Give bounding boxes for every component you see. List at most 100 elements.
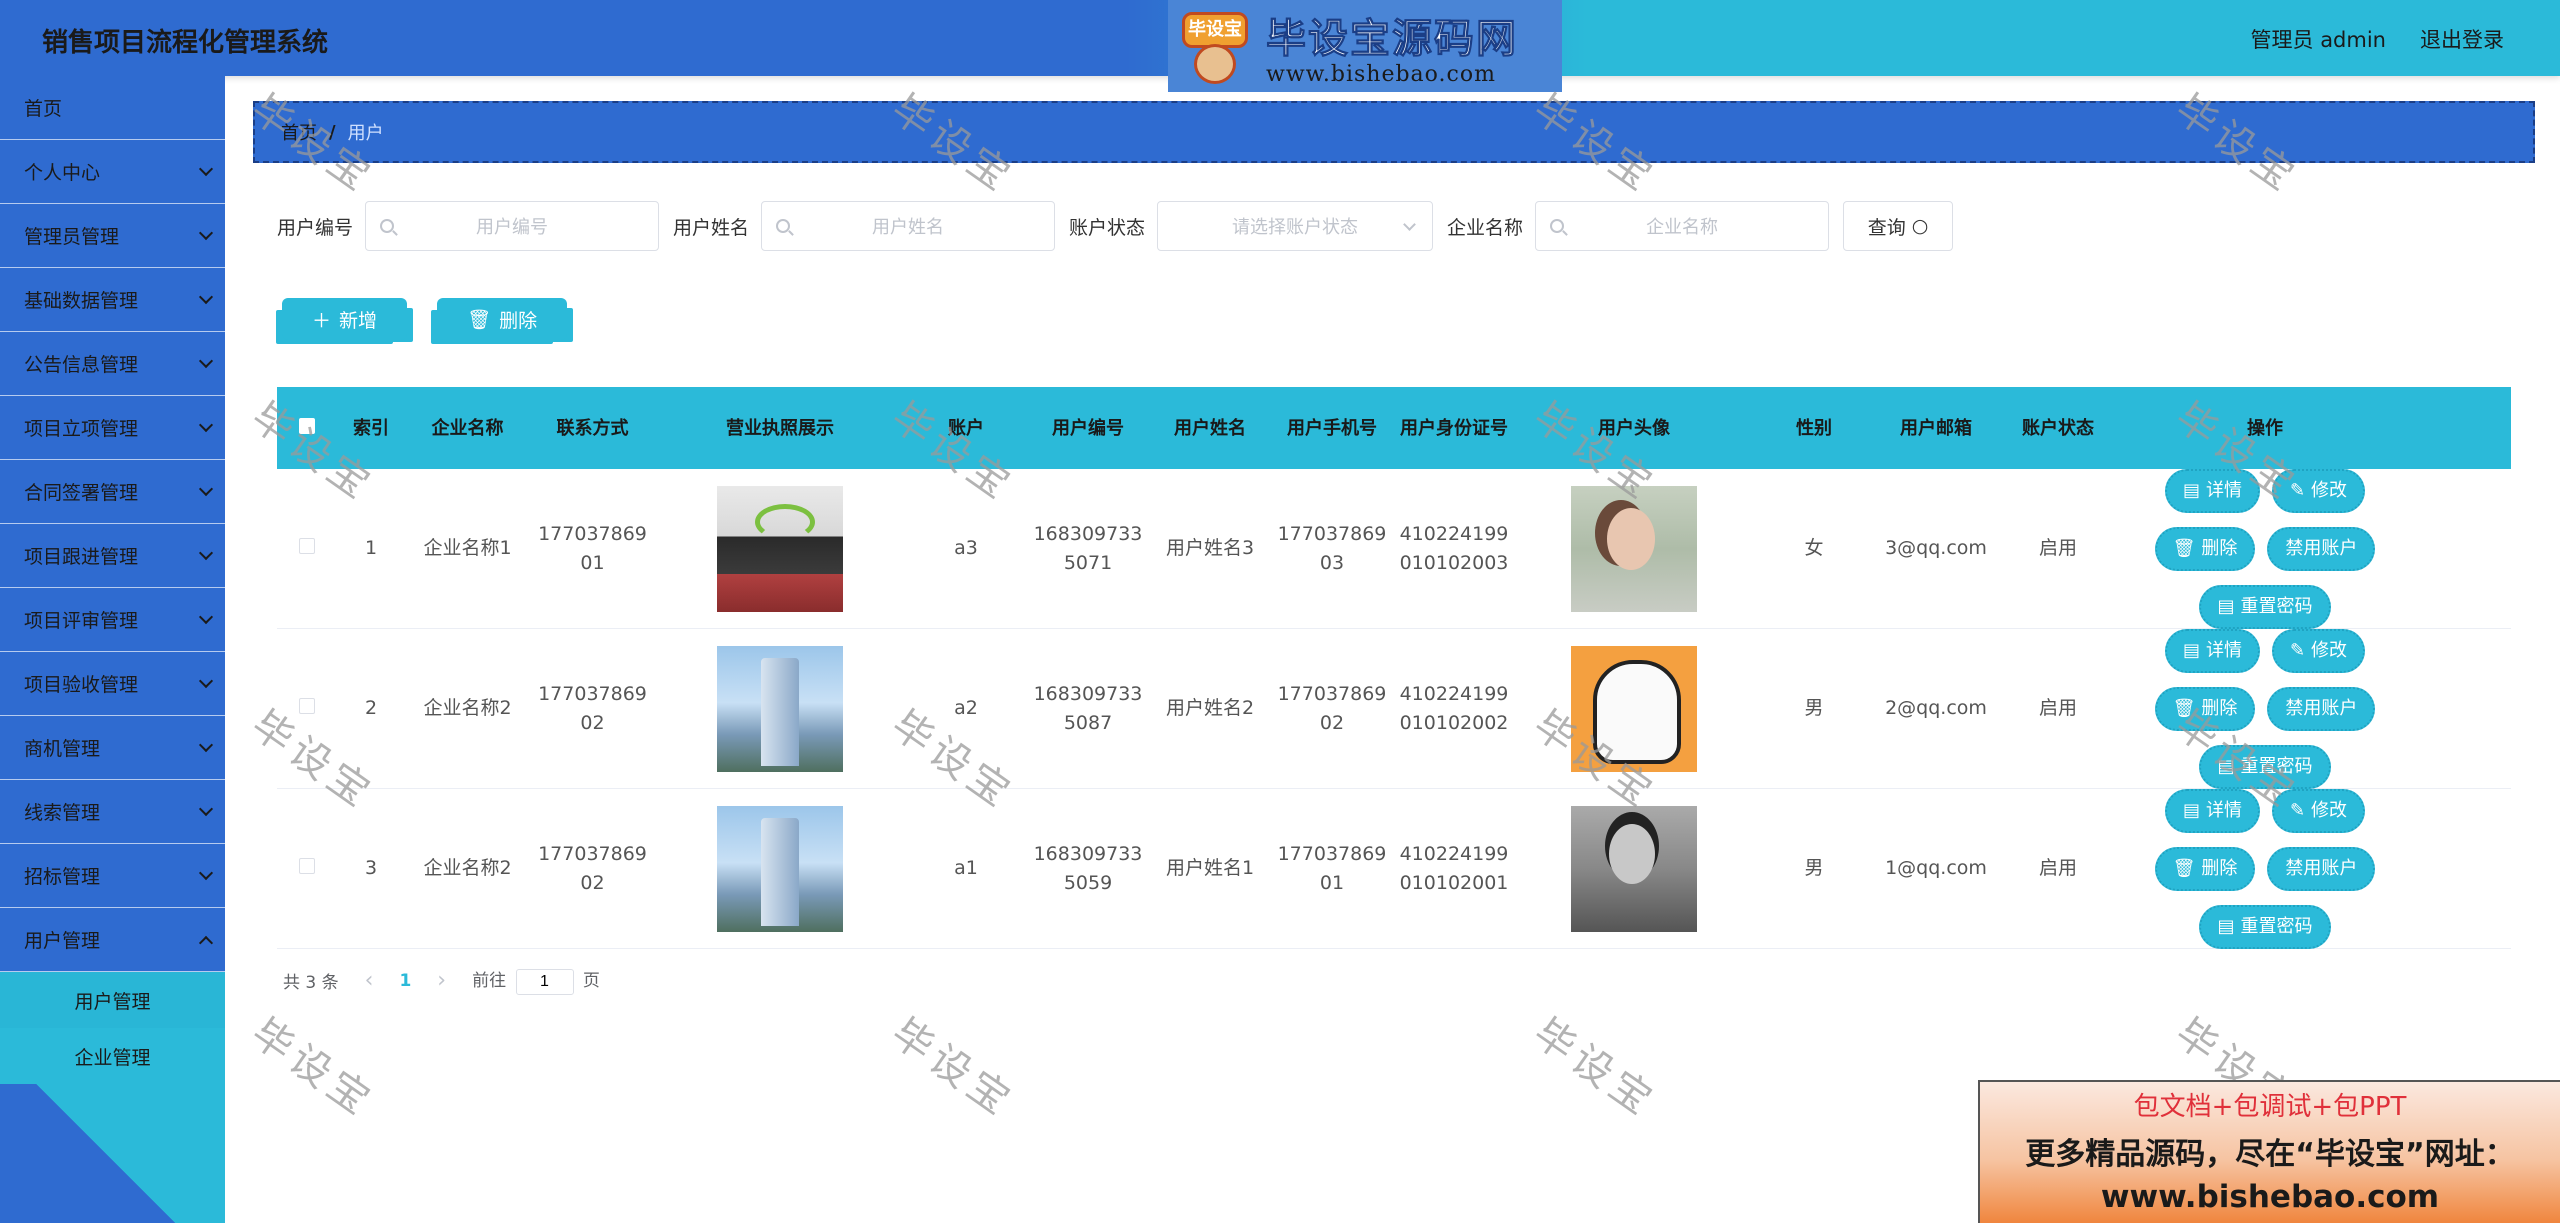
- detail-button[interactable]: ▤ 详情: [2164, 788, 2260, 833]
- edit-button[interactable]: ✎ 修改: [2271, 468, 2366, 513]
- disable-account-button[interactable]: 禁用账户: [2267, 846, 2376, 891]
- sidebar-item-5[interactable]: 项目立项管理: [0, 396, 225, 460]
- email-text: 2@qq.com: [1885, 697, 1987, 719]
- contact-line-2: 02: [580, 711, 605, 734]
- detail-button-label: 详情: [2205, 640, 2242, 661]
- delete-button[interactable]: 🗑 删除: [2154, 846, 2256, 891]
- sidebar-sub-item-user-management[interactable]: 用户管理: [0, 972, 225, 1028]
- pager-goto-input[interactable]: [515, 969, 574, 995]
- user-no-input[interactable]: 用户编号: [365, 201, 660, 251]
- logo-url: www.bishebao.com: [1266, 61, 1496, 87]
- sidebar-item-12[interactable]: 招标管理: [0, 844, 225, 908]
- col-header-account: 账户: [948, 417, 984, 439]
- sidebar-item-6[interactable]: 合同签署管理: [0, 460, 225, 524]
- cell-email: 3@qq.com: [1875, 534, 1997, 563]
- table-row: 2 企业名称2 177037869 02 a2 168309733 5087 用户姓名2 177…: [277, 628, 2511, 789]
- add-button[interactable]: ＋ 新增: [282, 298, 408, 340]
- mobile-line-1: 177037869: [1277, 842, 1387, 865]
- disable-account-button[interactable]: 禁用账户: [2267, 526, 2376, 571]
- sidebar-item-9[interactable]: 项目验收管理: [0, 652, 225, 716]
- license-image[interactable]: [717, 805, 843, 932]
- sidebar-item-11[interactable]: 线索管理: [0, 780, 225, 844]
- disable-account-button[interactable]: 禁用账户: [2267, 686, 2376, 731]
- reset-password-button[interactable]: ▤ 重置密码: [2199, 584, 2331, 629]
- detail-button[interactable]: ▤ 详情: [2164, 468, 2260, 513]
- sidebar-item-3[interactable]: 基础数据管理: [0, 268, 225, 332]
- edit-button[interactable]: ✎ 修改: [2271, 788, 2366, 833]
- row-checkbox[interactable]: [299, 538, 315, 554]
- reset-password-button[interactable]: ▤ 重置密码: [2199, 744, 2331, 789]
- edit-button[interactable]: ✎ 修改: [2271, 628, 2366, 673]
- trash-icon: 🗑: [2172, 858, 2196, 879]
- query-button[interactable]: 查询 ○: [1843, 201, 1954, 251]
- document-icon: ▤: [2182, 800, 2200, 821]
- col-header-company: 企业名称: [431, 417, 504, 439]
- cell-status: 启用: [1997, 854, 2119, 883]
- cell-id-card: 410224199 010102003: [1393, 520, 1515, 578]
- license-image[interactable]: [717, 485, 843, 612]
- avatar[interactable]: [1571, 645, 1697, 772]
- chevron-down-icon: [198, 545, 214, 561]
- cell-avatar: [1515, 805, 1753, 932]
- trash-icon: 🗑: [2172, 698, 2196, 719]
- row-checkbox[interactable]: [299, 858, 315, 874]
- cell-id-card: 410224199 010102002: [1393, 680, 1515, 738]
- select-all-checkbox[interactable]: [299, 417, 315, 434]
- chevron-down-icon: [198, 865, 214, 881]
- mascot-icon: 毕设宝: [1168, 0, 1260, 92]
- sidebar-item-1[interactable]: 个人中心: [0, 140, 225, 204]
- row-checkbox[interactable]: [299, 698, 315, 714]
- promo-line-2: 更多精品源码，尽在“毕设宝”网址：: [2025, 1137, 2515, 1172]
- cell-company: 企业名称2: [405, 694, 530, 723]
- avatar[interactable]: [1571, 805, 1697, 932]
- sidebar-item-label: 个人中心: [24, 162, 101, 184]
- company-input[interactable]: 企业名称: [1535, 201, 1830, 251]
- sidebar-item-8[interactable]: 项目评审管理: [0, 588, 225, 652]
- sidebar-item-2[interactable]: 管理员管理: [0, 204, 225, 268]
- reset-password-button[interactable]: ▤ 重置密码: [2199, 904, 2331, 949]
- breadcrumb: 首页 / 用户: [253, 101, 2535, 163]
- search-icon: ○: [1911, 215, 1929, 237]
- sidebar-item-4[interactable]: 公告信息管理: [0, 332, 225, 396]
- sidebar-item-7[interactable]: 项目跟进管理: [0, 524, 225, 588]
- contact-line-1: 177037869: [538, 522, 647, 545]
- avatar[interactable]: [1571, 485, 1697, 612]
- sidebar-item-label: 线索管理: [24, 802, 101, 824]
- status-select[interactable]: 请选择账户状态: [1157, 201, 1434, 251]
- document-icon: ▤: [2182, 480, 2200, 501]
- watermark: 毕设宝: [242, 1009, 383, 1127]
- detail-button[interactable]: ▤ 详情: [2164, 628, 2260, 673]
- chevron-down-icon: [198, 353, 214, 369]
- sidebar-item-10[interactable]: 商机管理: [0, 716, 225, 780]
- trash-icon: 🗑: [2172, 538, 2196, 559]
- admin-label[interactable]: 管理员 admin: [2251, 24, 2386, 54]
- license-image[interactable]: [717, 645, 843, 772]
- reset-password-button-label: 重置密码: [2240, 916, 2313, 937]
- pager-next-icon[interactable]: ›: [437, 968, 446, 993]
- user-name-text: 用户姓名1: [1165, 857, 1255, 879]
- delete-button[interactable]: 🗑 删除: [2154, 686, 2256, 731]
- delete-button-label: 删除: [2201, 858, 2238, 879]
- status-text: 启用: [2038, 697, 2077, 719]
- disable-account-button-label: 禁用账户: [2285, 538, 2358, 559]
- sidebar-item-0[interactable]: 首页: [0, 76, 225, 140]
- logout-button[interactable]: 退出登录: [2420, 24, 2504, 54]
- breadcrumb-home[interactable]: 首页: [281, 119, 317, 145]
- promo-banner[interactable]: 包文档+包调试+包PPT 更多精品源码，尽在“毕设宝”网址： www.bishe…: [1978, 1080, 2560, 1223]
- batch-delete-button[interactable]: 🗑 删除: [437, 298, 568, 340]
- sidebar-item-13[interactable]: 用户管理: [0, 908, 225, 972]
- cell-account: a3: [905, 534, 1027, 563]
- table-header: 索引 企业名称 联系方式 营业执照展示 账户 用户编号 用户姓名 用户手机号 用…: [277, 387, 2511, 469]
- gender-text: 男: [1804, 857, 1824, 879]
- pager-page-1[interactable]: 1: [399, 971, 411, 991]
- user-no-line-2: 5059: [1063, 871, 1113, 894]
- index-text: 3: [364, 857, 378, 879]
- pager-prev-icon[interactable]: ‹: [365, 968, 374, 993]
- user-name-input[interactable]: 用户姓名: [761, 201, 1056, 251]
- user-no-line-2: 5087: [1063, 711, 1113, 734]
- delete-button[interactable]: 🗑 删除: [2154, 526, 2256, 571]
- email-text: 3@qq.com: [1885, 537, 1987, 559]
- chevron-down-icon: [198, 289, 214, 305]
- sidebar-sub-item-company-management[interactable]: 企业管理: [0, 1028, 225, 1084]
- edit-button-label: 修改: [2311, 800, 2348, 821]
